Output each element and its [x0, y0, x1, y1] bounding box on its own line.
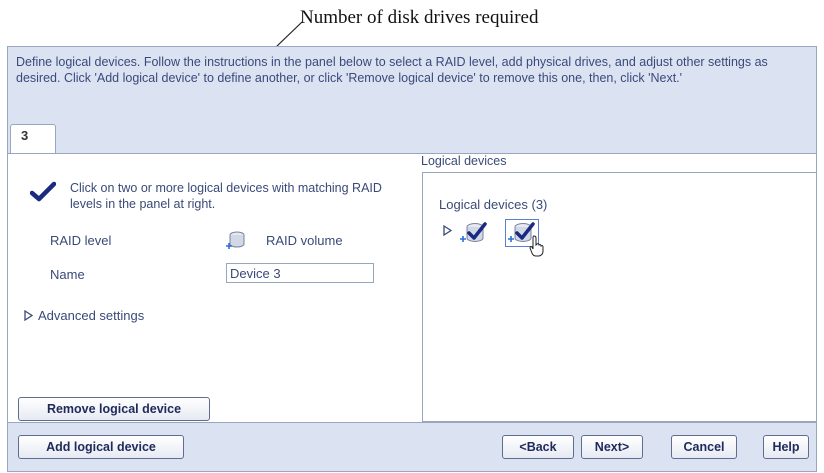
instructions-text: Define logical devices. Follow the instr…: [16, 55, 768, 85]
tab-device-3[interactable]: 3: [10, 124, 56, 153]
advanced-settings-label: Advanced settings: [38, 308, 145, 323]
cancel-button-label: Cancel: [683, 440, 725, 454]
remove-logical-device-label: Remove logical device: [46, 402, 182, 416]
raid-volume-icon: [226, 231, 245, 249]
next-button[interactable]: Next>: [581, 435, 643, 459]
wizard-footer: Add logical device <Back Next> Cancel He…: [8, 423, 816, 471]
logical-devices-panel-title: Logical devices: [421, 154, 507, 168]
cancel-button[interactable]: Cancel: [671, 435, 737, 459]
tab-label: 3: [21, 128, 29, 143]
help-button[interactable]: Help: [763, 435, 809, 459]
raid-level-value[interactable]: RAID volume: [266, 233, 343, 248]
instructions-banner: Define logical devices. Follow the instr…: [8, 47, 816, 121]
back-button-label: <Back: [519, 440, 557, 454]
next-button-label: Next>: [594, 440, 630, 454]
device-name-input[interactable]: [226, 263, 374, 283]
logical-device-icon[interactable]: [459, 221, 487, 245]
logical-devices-tree-label: Logical devices (3): [439, 197, 548, 212]
raid-level-label: RAID level: [50, 233, 112, 248]
logical-devices-panel: Logical devices (3): [422, 172, 816, 422]
selection-instruction: Click on two or more logical devices wit…: [70, 181, 382, 211]
device-settings-panel: Click on two or more logical devices wit…: [8, 153, 408, 421]
help-button-label: Help: [772, 440, 800, 454]
checkmark-icon: [30, 181, 56, 202]
add-logical-device-button[interactable]: Add logical device: [18, 435, 184, 459]
tree-expand-icon[interactable]: [443, 225, 452, 236]
add-logical-device-label: Add logical device: [46, 440, 156, 454]
hand-cursor-icon: [529, 235, 544, 257]
tab-strip: 3: [8, 121, 816, 154]
remove-logical-device-button[interactable]: Remove logical device: [18, 397, 210, 421]
wizard-frame: Define logical devices. Follow the instr…: [7, 46, 817, 472]
expand-triangle-icon: [24, 310, 33, 321]
back-button[interactable]: <Back: [502, 435, 574, 459]
name-label: Name: [50, 267, 85, 282]
callout-label: Number of disk drives required: [300, 7, 539, 28]
